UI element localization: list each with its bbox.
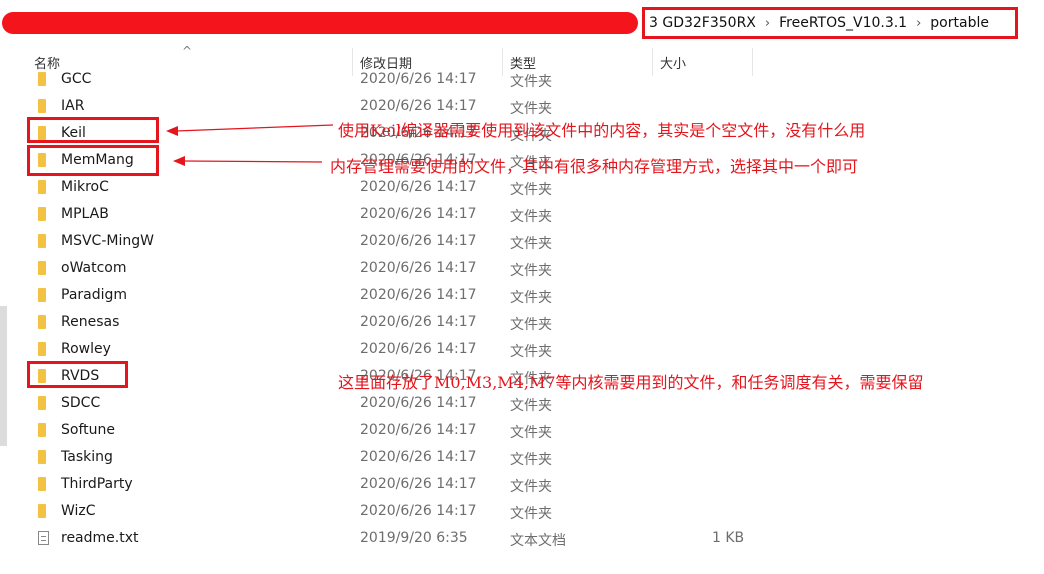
file-size: 1 KB: [712, 530, 745, 546]
file-type: 文本文档: [510, 533, 566, 549]
file-row[interactable]: readme.txt 2019/9/20 6:35 文本文档 1 KB: [0, 525, 1044, 552]
file-row[interactable]: MSVC-MingW 2020/6/26 14:17 文件夹: [0, 228, 1044, 255]
file-type: 文件夹: [510, 290, 552, 306]
annotation-keil: 使用Keil编译器需要使用到该文件中的内容，其实是个空文件，没有什么用: [338, 121, 866, 140]
file-date: 2019/9/20 6:35: [360, 530, 468, 546]
file-type: 文件夹: [510, 425, 552, 441]
file-name: WizC: [61, 503, 96, 519]
file-type: 文件夹: [510, 452, 552, 468]
file-row[interactable]: Tasking 2020/6/26 14:17 文件夹: [0, 444, 1044, 471]
folder-icon: [38, 99, 46, 113]
file-name: Renesas: [61, 314, 120, 330]
file-type: 文件夹: [510, 74, 552, 90]
folder-icon: [38, 72, 46, 86]
folder-icon: [38, 477, 46, 491]
file-name: MikroC: [61, 179, 109, 195]
file-name: MSVC-MingW: [61, 233, 154, 249]
folder-icon: [38, 261, 46, 275]
file-date: 2020/6/26 14:17: [360, 422, 477, 438]
file-row[interactable]: Renesas 2020/6/26 14:17 文件夹: [0, 309, 1044, 336]
file-type: 文件夹: [510, 398, 552, 414]
file-type: 文件夹: [510, 317, 552, 333]
file-name: IAR: [61, 98, 85, 114]
file-name: readme.txt: [61, 530, 139, 546]
annotation-rvds: 这里面存放了M0,M3,M4,M7等内核需要用到的文件，和任务调度有关，需要保留: [338, 373, 924, 392]
chevron-right-icon: ›: [764, 15, 771, 31]
folder-icon: [38, 450, 46, 464]
file-type: 文件夹: [510, 209, 552, 225]
text-file-icon: [38, 531, 49, 545]
folder-icon: [38, 180, 46, 194]
file-date: 2020/6/26 14:17: [360, 206, 477, 222]
breadcrumb-item-portable[interactable]: portable: [930, 15, 989, 31]
file-date: 2020/6/26 14:17: [360, 260, 477, 276]
highlight-box-rvds: [27, 361, 128, 388]
file-row[interactable]: oWatcom 2020/6/26 14:17 文件夹: [0, 255, 1044, 282]
highlight-box-memmang: [27, 145, 159, 176]
file-date: 2020/6/26 14:17: [360, 341, 477, 357]
file-date: 2020/6/26 14:17: [360, 476, 477, 492]
file-date: 2020/6/26 14:17: [360, 233, 477, 249]
chevron-right-icon: ›: [916, 15, 922, 31]
file-type: 文件夹: [510, 263, 552, 279]
file-row[interactable]: IAR 2020/6/26 14:17 文件夹: [0, 93, 1044, 120]
file-type: 文件夹: [510, 479, 552, 495]
file-name: MPLAB: [61, 206, 109, 222]
file-row[interactable]: ThirdParty 2020/6/26 14:17 文件夹: [0, 471, 1044, 498]
file-name: oWatcom: [61, 260, 127, 276]
folder-icon: [38, 504, 46, 518]
file-row[interactable]: Softune 2020/6/26 14:17 文件夹: [0, 417, 1044, 444]
file-row[interactable]: SDCC 2020/6/26 14:17 文件夹: [0, 390, 1044, 417]
file-row[interactable]: MikroC 2020/6/26 14:17 文件夹: [0, 174, 1044, 201]
highlight-box-keil: [27, 117, 159, 143]
file-type: 文件夹: [510, 236, 552, 252]
file-name: GCC: [61, 71, 92, 87]
file-name: Rowley: [61, 341, 111, 357]
folder-icon: [38, 342, 46, 356]
file-row[interactable]: Rowley 2020/6/26 14:17 文件夹: [0, 336, 1044, 363]
file-type: 文件夹: [510, 182, 552, 198]
file-name: SDCC: [61, 395, 101, 411]
folder-icon: [38, 234, 46, 248]
file-name: Softune: [61, 422, 115, 438]
file-name: Paradigm: [61, 287, 128, 303]
file-type: 文件夹: [510, 506, 552, 522]
annotation-memmang: 内存管理需要使用的文件，其中有很多种内存管理方式，选择其中一个即可: [330, 157, 859, 176]
folder-icon: [38, 288, 46, 302]
breadcrumb-item-gd32[interactable]: 3 GD32F350RX: [649, 15, 756, 31]
file-date: 2020/6/26 14:17: [360, 179, 477, 195]
file-date: 2020/6/26 14:17: [360, 503, 477, 519]
redacted-path: [2, 12, 638, 34]
folder-icon: [38, 423, 46, 437]
breadcrumb[interactable]: 3 GD32F350RX › FreeRTOS_V10.3.1 › portab…: [642, 7, 1018, 39]
folder-icon: [38, 207, 46, 221]
file-type: 文件夹: [510, 101, 552, 117]
breadcrumb-item-freertos[interactable]: FreeRTOS_V10.3.1: [779, 15, 907, 31]
file-name: Tasking: [61, 449, 113, 465]
file-date: 2020/6/26 14:17: [360, 395, 477, 411]
address-bar[interactable]: 3 GD32F350RX › FreeRTOS_V10.3.1 › portab…: [0, 0, 1044, 44]
file-date: 2020/6/26 14:17: [360, 449, 477, 465]
file-row[interactable]: Paradigm 2020/6/26 14:17 文件夹: [0, 282, 1044, 309]
file-type: 文件夹: [510, 344, 552, 360]
file-row[interactable]: GCC 2020/6/26 14:17 文件夹: [0, 66, 1044, 93]
file-date: 2020/6/26 14:17: [360, 287, 477, 303]
sort-up-icon: ^: [182, 44, 193, 58]
file-date: 2020/6/26 14:17: [360, 314, 477, 330]
file-name: ThirdParty: [61, 476, 133, 492]
folder-icon: [38, 396, 46, 410]
file-date: 2020/6/26 14:17: [360, 71, 477, 87]
file-date: 2020/6/26 14:17: [360, 98, 477, 114]
file-row[interactable]: MPLAB 2020/6/26 14:17 文件夹: [0, 201, 1044, 228]
file-row[interactable]: WizC 2020/6/26 14:17 文件夹: [0, 498, 1044, 525]
folder-icon: [38, 315, 46, 329]
